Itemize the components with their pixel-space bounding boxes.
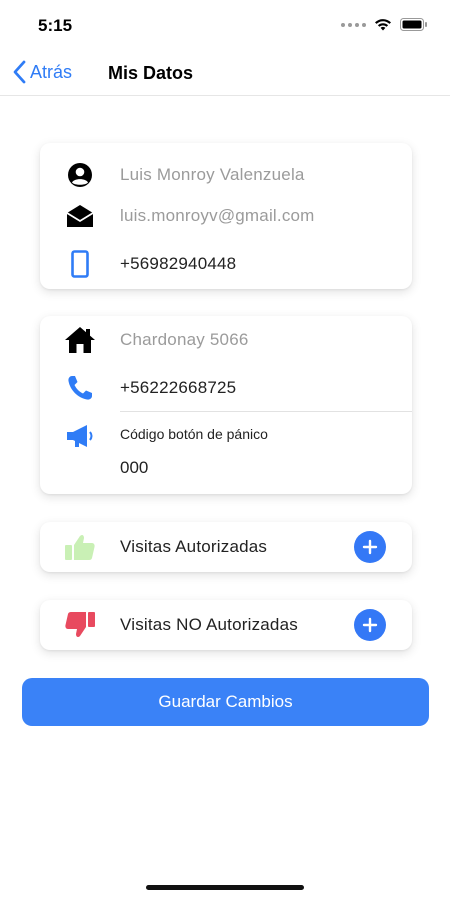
divider — [120, 411, 412, 412]
add-authorized-visit-button[interactable] — [354, 531, 386, 563]
personal-info-card: Luis Monroy Valenzuela luis.monroyv@gmai… — [40, 143, 412, 289]
battery-icon — [400, 18, 427, 31]
plus-icon — [362, 539, 378, 555]
authorized-visits-card[interactable]: Visitas Autorizadas — [40, 522, 412, 572]
mobile-phone-icon — [71, 250, 89, 278]
megaphone-icon — [67, 425, 93, 447]
user-icon — [68, 163, 92, 187]
panic-code-input[interactable] — [120, 458, 320, 478]
wifi-icon — [375, 19, 391, 31]
save-changes-button[interactable]: Guardar Cambios — [22, 678, 429, 726]
chevron-left-icon — [13, 60, 26, 84]
landline-field[interactable]: +56222668725 — [120, 378, 236, 398]
unauthorized-visits-card[interactable]: Visitas NO Autorizadas — [40, 600, 412, 650]
phone-row[interactable]: +56982940448 — [40, 242, 412, 286]
page-title: Mis Datos — [108, 63, 194, 83]
unauthorized-visits-label: Visitas NO Autorizadas — [120, 615, 298, 634]
mobile-field[interactable]: +56982940448 — [120, 254, 236, 274]
back-label: Atrás — [30, 61, 73, 82]
status-bar: 5:15 — [0, 0, 450, 48]
address-field[interactable]: Chardonay 5066 — [120, 330, 249, 350]
name-field[interactable]: Luis Monroy Valenzuela — [120, 165, 305, 185]
address-row[interactable]: Chardonay 5066 — [40, 318, 412, 362]
name-row[interactable]: Luis Monroy Valenzuela — [40, 153, 412, 197]
landline-row[interactable]: +56222668725 — [40, 366, 412, 410]
email-field[interactable]: luis.monroyv@gmail.com — [120, 206, 315, 226]
thumbs-down-icon — [65, 612, 95, 638]
signal-icon — [341, 22, 366, 27]
add-unauthorized-visit-button[interactable] — [354, 609, 386, 641]
authorized-visits-label: Visitas Autorizadas — [120, 537, 268, 556]
status-time: 5:15 — [38, 16, 73, 35]
email-row[interactable]: luis.monroyv@gmail.com — [40, 194, 412, 238]
phone-icon — [68, 376, 92, 400]
envelope-open-icon — [66, 205, 94, 227]
address-card: Chardonay 5066 +56222668725 Código botón… — [40, 316, 412, 494]
plus-icon — [362, 617, 378, 633]
home-indicator — [146, 885, 304, 890]
home-icon — [65, 327, 95, 353]
thumbs-up-icon — [65, 534, 95, 560]
panic-code-label: Código botón de pánico — [120, 426, 268, 442]
status-indicators — [341, 18, 428, 31]
navigation-bar: Atrás Mis Datos — [0, 50, 450, 96]
back-button[interactable]: Atrás — [12, 60, 72, 84]
